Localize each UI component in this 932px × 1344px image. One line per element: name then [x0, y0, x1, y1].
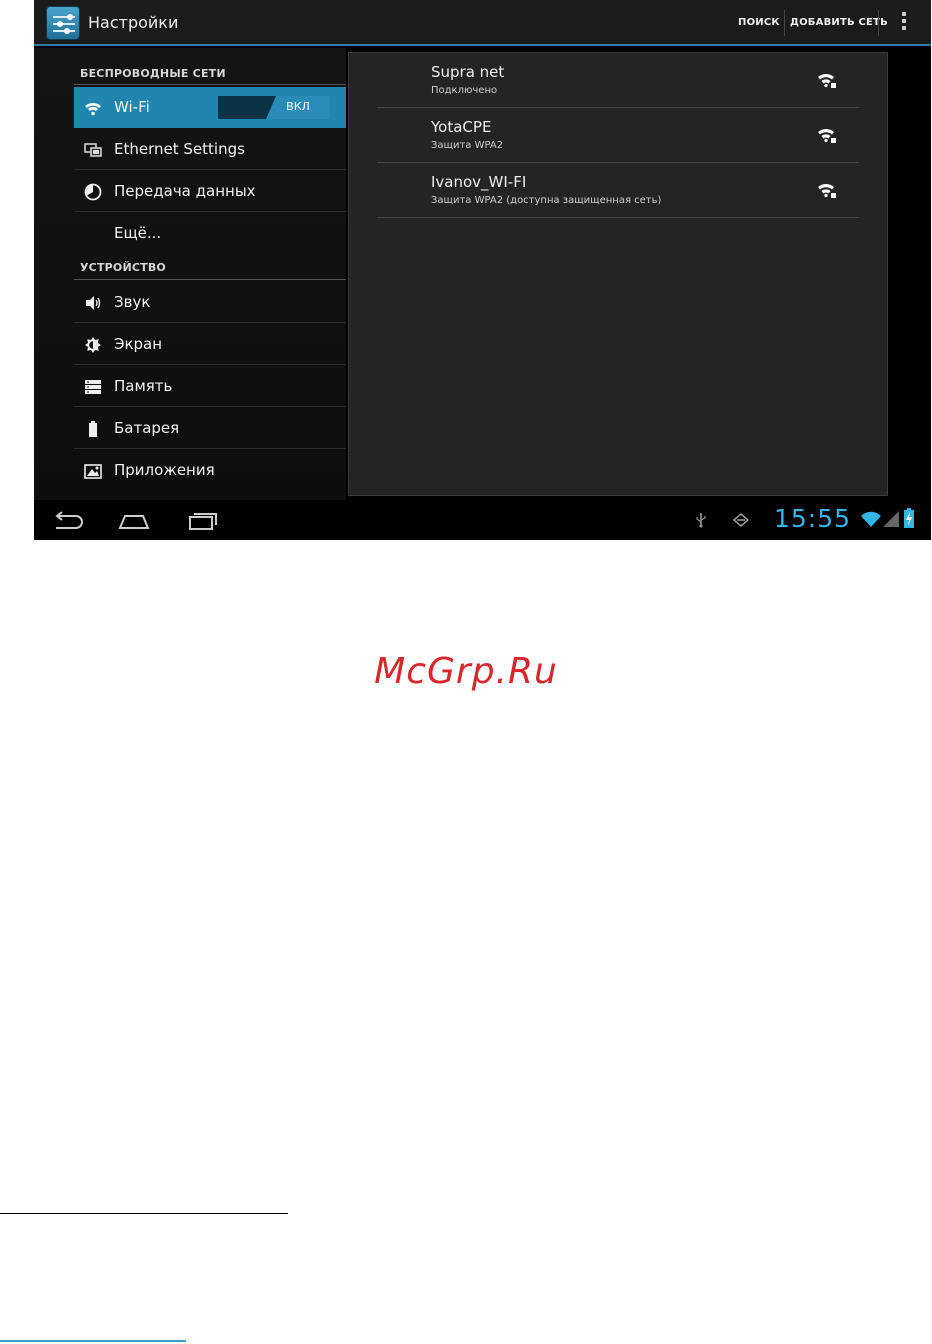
- sidebar-item-storage[interactable]: Память: [74, 366, 346, 407]
- ethernet-icon: [84, 143, 102, 157]
- watermark-logo: McGrp.Ru: [374, 651, 558, 692]
- page-title: Настройки: [88, 13, 179, 32]
- sidebar-item-wifi[interactable]: Wi-Fi ВКЛ: [74, 87, 346, 128]
- network-item[interactable]: Supra net Подключено: [377, 53, 859, 108]
- network-item[interactable]: YotaCPE Защита WPA2: [377, 108, 859, 163]
- network-item[interactable]: Ivanov_WI-FI Защита WPA2 (доступна защищ…: [377, 163, 859, 218]
- network-status: Защита WPA2 (доступна защищенная сеть): [431, 195, 662, 206]
- section-header-device: УСТРОЙСТВО: [80, 261, 166, 274]
- divider: [784, 10, 785, 36]
- battery-charging-icon: [904, 508, 914, 528]
- divider: [0, 1340, 186, 1342]
- sidebar-item-label: Ethernet Settings: [114, 140, 245, 158]
- sidebar-item-battery[interactable]: Батарея: [74, 408, 346, 449]
- settings-sidebar: БЕСПРОВОДНЫЕ СЕТИ Wi-Fi ВКЛ Ethernet Set…: [34, 48, 346, 500]
- divider: [878, 10, 879, 36]
- network-name: YotaCPE: [431, 118, 492, 136]
- network-name: Ivanov_WI-FI: [431, 173, 527, 191]
- wifi-status-icon: [861, 511, 881, 527]
- sidebar-item-data-usage[interactable]: Передача данных: [74, 171, 346, 212]
- clock: 15:55: [774, 504, 852, 533]
- settings-app-icon[interactable]: [46, 6, 80, 40]
- wifi-icon: [85, 102, 101, 116]
- back-icon[interactable]: [50, 508, 86, 532]
- wifi-toggle-thumb: ВКЛ: [266, 96, 330, 119]
- home-icon[interactable]: [116, 508, 152, 532]
- sidebar-item-label: Экран: [114, 335, 163, 353]
- sidebar-item-sound[interactable]: Звук: [74, 282, 346, 323]
- debug-icon: [732, 513, 750, 527]
- search-button[interactable]: ПОИСК: [738, 17, 780, 28]
- sidebar-item-label: Передача данных: [114, 182, 256, 200]
- footnote-divider: [0, 1213, 288, 1214]
- action-bar: Настройки ПОИСК ДОБАВИТЬ СЕТЬ: [34, 0, 931, 46]
- network-status: Защита WPA2: [431, 140, 504, 151]
- sidebar-item-more[interactable]: Ещё...: [74, 213, 346, 254]
- storage-icon: [85, 380, 101, 394]
- wifi-signal-locked-icon: [818, 128, 836, 143]
- wifi-signal-locked-icon: [818, 183, 836, 198]
- usb-icon: [696, 513, 706, 528]
- sidebar-item-label: Ещё...: [114, 224, 162, 242]
- sidebar-item-label: Звук: [114, 293, 151, 311]
- sidebar-item-label: Wi-Fi: [114, 98, 150, 116]
- speaker-icon: [86, 296, 101, 310]
- sidebar-item-label: Память: [114, 377, 173, 395]
- system-bar: 15:55: [34, 500, 931, 540]
- add-network-button[interactable]: ДОБАВИТЬ СЕТЬ: [790, 17, 888, 28]
- sidebar-item-apps[interactable]: Приложения: [74, 450, 346, 491]
- section-divider: [74, 279, 346, 280]
- battery-icon: [89, 421, 97, 437]
- cell-signal-icon: [883, 511, 899, 527]
- sidebar-item-label: Приложения: [114, 461, 215, 479]
- network-name: Supra net: [431, 63, 505, 81]
- sidebar-item-ethernet[interactable]: Ethernet Settings: [74, 129, 346, 170]
- recent-apps-icon[interactable]: [184, 508, 220, 532]
- network-status: Подключено: [431, 85, 498, 96]
- section-divider: [74, 84, 346, 85]
- wifi-toggle-label: ВКЛ: [286, 100, 310, 113]
- data-usage-icon: [84, 183, 102, 201]
- section-header-wireless: БЕСПРОВОДНЫЕ СЕТИ: [80, 67, 226, 80]
- wifi-toggle[interactable]: ВКЛ: [218, 96, 330, 119]
- apps-icon: [84, 464, 102, 479]
- wifi-signal-locked-icon: [818, 73, 836, 88]
- brightness-icon: [85, 337, 101, 353]
- wifi-network-list: Supra net Подключено YotaCPE Защита WPA2…: [348, 52, 888, 496]
- tablet-screen: Настройки ПОИСК ДОБАВИТЬ СЕТЬ БЕСПРОВОДН…: [34, 0, 931, 540]
- overflow-menu-icon[interactable]: [901, 12, 907, 34]
- sidebar-item-display[interactable]: Экран: [74, 324, 346, 365]
- sidebar-item-label: Батарея: [114, 419, 180, 437]
